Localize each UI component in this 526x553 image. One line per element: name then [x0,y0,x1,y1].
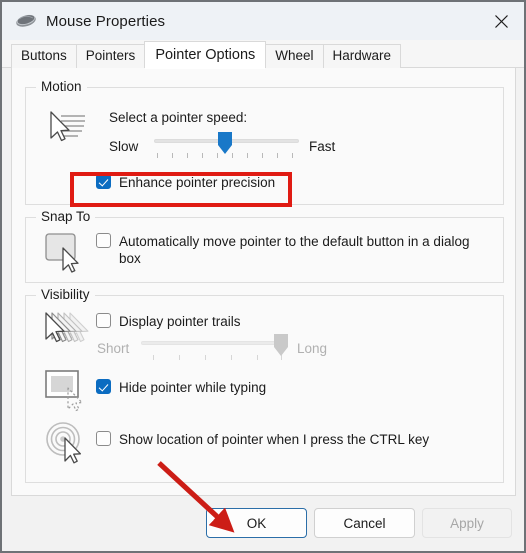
tab-pointers[interactable]: Pointers [75,44,146,68]
tab-pointer-options[interactable]: Pointer Options [144,41,267,69]
speed-slider-thumb[interactable] [217,131,232,154]
cancel-button[interactable]: Cancel [314,508,415,538]
trails-slider-ticks [141,355,286,361]
hide-pointer-typing-label: Hide pointer while typing [119,380,267,395]
display-pointer-trails-row[interactable]: Display pointer trails [96,313,241,330]
show-pointer-location-row[interactable]: Show location of pointer when I press th… [96,431,429,448]
snap-to-group-title: Snap To [36,209,96,224]
speed-slow-label: Slow [109,139,139,154]
show-pointer-location-checkbox[interactable] [96,431,111,446]
pointer-motion-icon [44,108,90,148]
speed-fast-label: Fast [309,139,336,154]
tab-buttons[interactable]: Buttons [11,44,77,68]
tab-hardware[interactable]: Hardware [322,44,402,68]
pointer-trails-icon [42,310,92,350]
tab-strip: Buttons Pointers Pointer Options Wheel H… [2,40,524,69]
display-pointer-trails-label: Display pointer trails [119,314,241,329]
enhance-pointer-precision-label: Enhance pointer precision [119,175,276,190]
window-title: Mouse Properties [46,12,166,30]
hide-pointer-typing-row[interactable]: Hide pointer while typing [96,379,266,396]
close-icon[interactable] [478,2,524,40]
motion-group-title: Motion [36,79,87,94]
pointer-speed-prompt: Select a pointer speed: [109,110,248,125]
auto-move-pointer-label: Automatically move pointer to the defaul… [119,234,470,266]
mouse-properties-dialog: Mouse Properties Buttons Pointers Pointe… [0,0,526,553]
mouse-icon [14,11,38,31]
tab-content-pane: Motion Select a pointer speed: Slow Fast… [11,68,516,496]
pointer-speed-slider[interactable] [154,131,299,161]
apply-button[interactable]: Apply [422,508,512,538]
visibility-group: Visibility Display pointer trails Short … [25,287,504,483]
enhance-pointer-precision-row[interactable]: Enhance pointer precision [96,174,275,191]
trails-slider-track[interactable] [141,341,286,345]
show-pointer-location-icon [44,421,90,465]
trails-short-label: Short [97,341,130,356]
visibility-group-title: Visibility [36,287,95,302]
hide-pointer-typing-icon [44,369,90,415]
auto-move-pointer-checkbox[interactable] [96,233,111,248]
trails-slider-thumb[interactable] [273,333,288,356]
auto-move-pointer-row[interactable]: Automatically move pointer to the defaul… [96,233,486,267]
snap-to-group: Snap To Automatically move pointer to th… [25,209,504,283]
ok-button[interactable]: OK [206,508,307,538]
enhance-pointer-precision-checkbox[interactable] [96,174,111,189]
pointer-trails-slider[interactable] [141,333,288,363]
display-pointer-trails-checkbox[interactable] [96,313,111,328]
hide-pointer-typing-checkbox[interactable] [96,379,111,394]
trails-long-label: Long [297,341,328,356]
dialog-footer: OK Cancel Apply [2,496,524,551]
motion-group: Motion Select a pointer speed: Slow Fast… [25,79,504,205]
snap-to-button-icon [44,232,90,274]
tab-wheel[interactable]: Wheel [265,44,324,68]
title-bar: Mouse Properties [2,2,524,40]
show-pointer-location-label: Show location of pointer when I press th… [119,432,430,447]
